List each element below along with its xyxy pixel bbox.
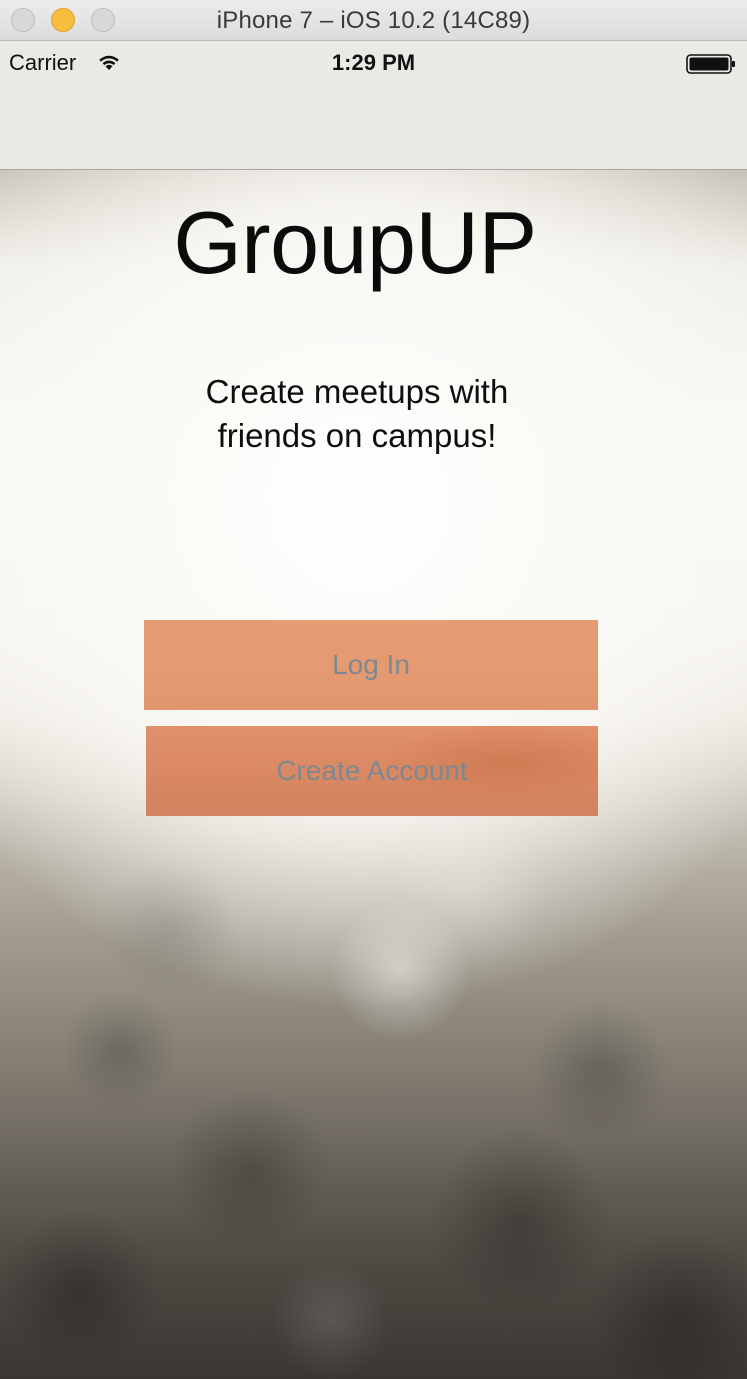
tagline: Create meetups with friends on campus!	[160, 370, 554, 458]
window-titlebar: iPhone 7 – iOS 10.2 (14C89)	[0, 0, 747, 41]
simulator-window: iPhone 7 – iOS 10.2 (14C89) Carrier 1:29…	[0, 0, 747, 1379]
status-time: 1:29 PM	[331, 50, 416, 75]
app-title: GroupUP	[173, 193, 537, 292]
tagline-line-1: Create meetups with	[205, 373, 509, 410]
create-account-button[interactable]: Create Account	[146, 726, 598, 816]
ios-status-bar: Carrier 1:29 PM	[0, 41, 747, 170]
window-title: iPhone 7 – iOS 10.2 (14C89)	[216, 7, 531, 34]
tagline-line-2: friends on campus!	[217, 417, 497, 454]
log-in-button[interactable]: Log In	[144, 620, 598, 710]
battery-icon	[686, 54, 735, 74]
app-content: GroupUP Create meetups with friends on c…	[0, 170, 747, 1379]
